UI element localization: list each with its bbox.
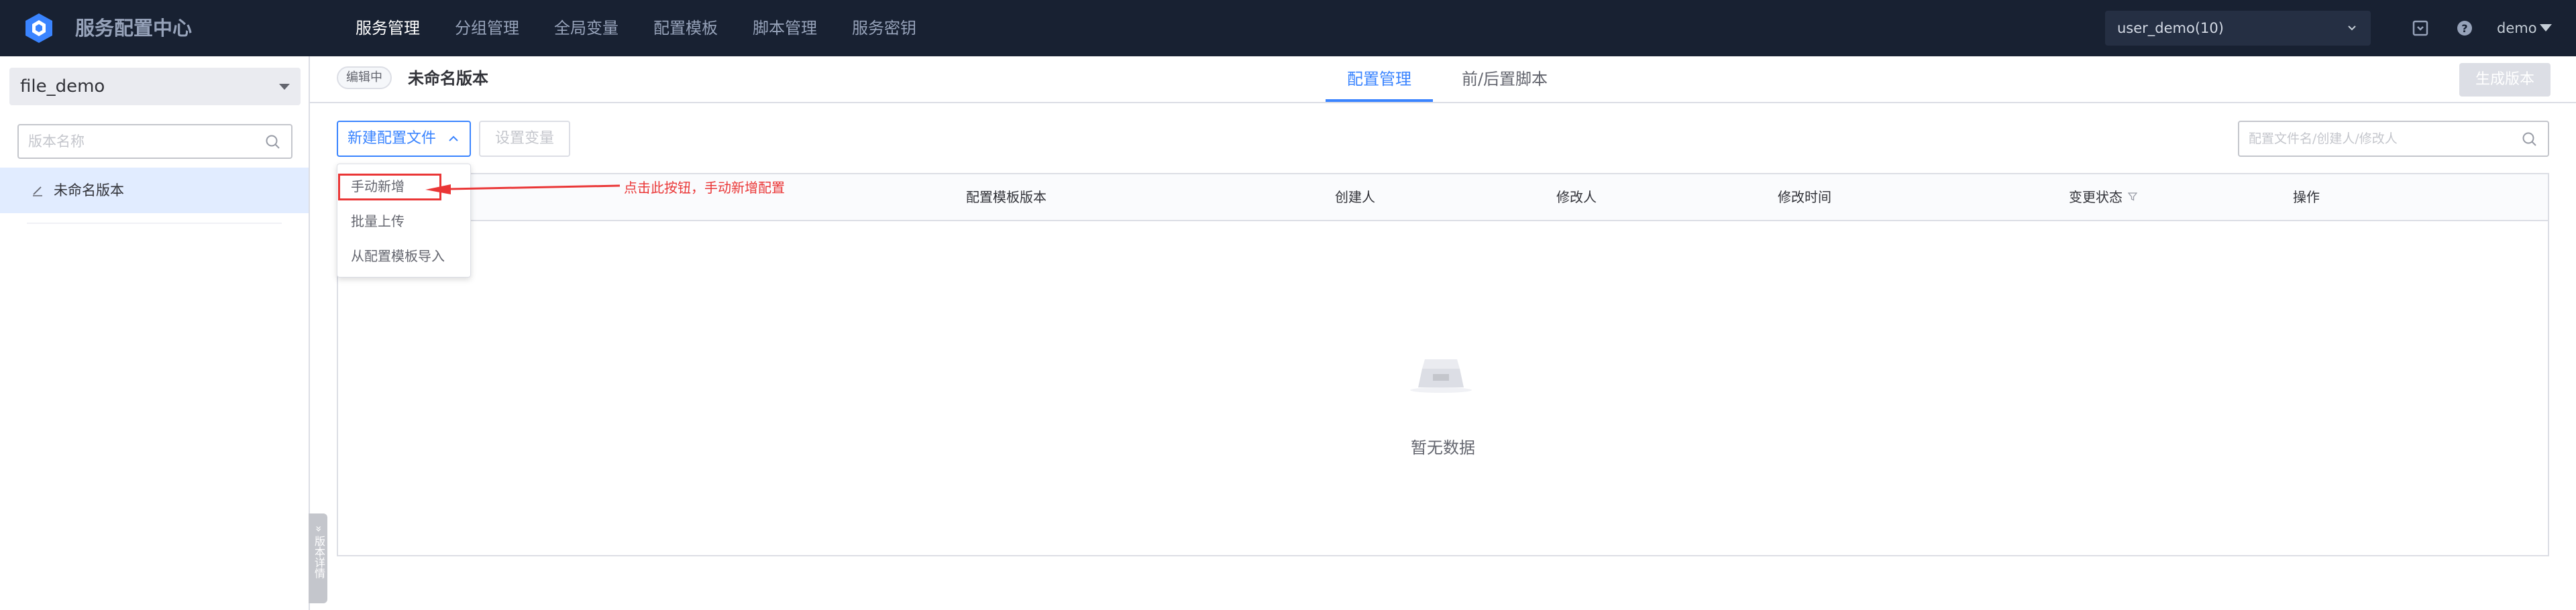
new-config-file-button[interactable]: 新建配置文件	[337, 121, 471, 157]
tab-config-management[interactable]: 配置管理	[1326, 56, 1433, 102]
set-variables-button[interactable]: 设置变量	[479, 121, 570, 157]
help-icon[interactable]: ?	[2455, 19, 2474, 38]
new-config-file-label: 新建配置文件	[347, 130, 437, 147]
menu-item-import-from-template[interactable]: 从配置模板导入	[337, 239, 470, 273]
edit-pencil-icon	[33, 186, 42, 196]
generate-version-button[interactable]: 生成版本	[2459, 63, 2551, 97]
version-title: 未命名版本	[408, 69, 488, 88]
empty-state-text: 暂无数据	[1411, 438, 1475, 457]
nav-item-service-management[interactable]: 服务管理	[356, 0, 420, 56]
main-nav: 服务管理 分组管理 全局变量 配置模板 脚本管理 服务密钥	[356, 0, 951, 56]
app-title: 服务配置中心	[75, 17, 193, 40]
tab-pre-post-scripts[interactable]: 前/后置脚本	[1448, 56, 1562, 102]
caret-down-icon	[279, 84, 290, 90]
user-selector-value: user_demo(10)	[2117, 20, 2224, 36]
nav-item-group-management[interactable]: 分组管理	[455, 0, 519, 56]
version-search	[17, 124, 292, 159]
service-selector[interactable]: file_demo	[9, 68, 301, 105]
service-selector-value: file_demo	[20, 76, 105, 97]
sidebar-collapse-toggle-label: » 版本详情	[313, 526, 325, 578]
column-header-template-version: 配置模板版本	[966, 189, 1046, 205]
column-header-modifier: 修改人	[1556, 189, 1597, 205]
filter-icon[interactable]	[2128, 192, 2137, 201]
search-icon[interactable]	[264, 133, 282, 151]
search-icon[interactable]	[2521, 131, 2538, 148]
annotation-arrow-icon	[425, 184, 621, 194]
sidebar-divider	[27, 223, 282, 224]
switch-icon[interactable]	[2411, 19, 2430, 38]
hexagon-logo-icon[interactable]	[23, 12, 55, 44]
nav-item-global-variables[interactable]: 全局变量	[554, 0, 619, 56]
nav-item-service-keys[interactable]: 服务密钥	[852, 0, 916, 56]
top-navigation-bar: 服务配置中心 服务管理 分组管理 全局变量 配置模板 脚本管理 服务密钥 use…	[0, 0, 2576, 56]
version-list-item[interactable]: 未命名版本	[0, 168, 309, 213]
version-search-input[interactable]	[28, 125, 256, 158]
chevron-down-icon	[2348, 25, 2356, 31]
caret-down-icon[interactable]	[2540, 24, 2552, 32]
empty-box-icon	[1410, 359, 1472, 393]
menu-item-batch-upload[interactable]: 批量上传	[337, 204, 470, 238]
config-file-table: 配置模板版本 创建人 修改人 修改时间 变更状态 操作 暂无数据	[337, 173, 2549, 556]
column-header-creator: 创建人	[1335, 189, 1375, 205]
username[interactable]: demo	[2497, 0, 2537, 56]
status-badge: 编辑中	[337, 66, 392, 89]
nav-item-config-templates[interactable]: 配置模板	[653, 0, 718, 56]
version-list-item-label: 未命名版本	[54, 182, 124, 198]
user-selector[interactable]: user_demo(10)	[2105, 11, 2371, 46]
column-header-modified-time: 修改时间	[1778, 189, 1831, 205]
version-header: 编辑中 未命名版本 配置管理 前/后置脚本 生成版本	[310, 56, 2576, 103]
sidebar-collapse-toggle[interactable]: » 版本详情	[309, 513, 327, 603]
svg-text:?: ?	[2461, 22, 2467, 35]
column-header-actions: 操作	[2293, 189, 2320, 205]
nav-item-script-management[interactable]: 脚本管理	[753, 0, 817, 56]
version-sidebar: file_demo 未命名版本	[0, 56, 310, 610]
config-search-input[interactable]	[2249, 122, 2517, 156]
column-header-change-status: 变更状态	[2069, 189, 2123, 205]
annotation-text: 点击此按钮，手动新增配置	[624, 180, 785, 196]
config-search	[2238, 121, 2549, 157]
chevron-up-icon	[449, 135, 458, 141]
